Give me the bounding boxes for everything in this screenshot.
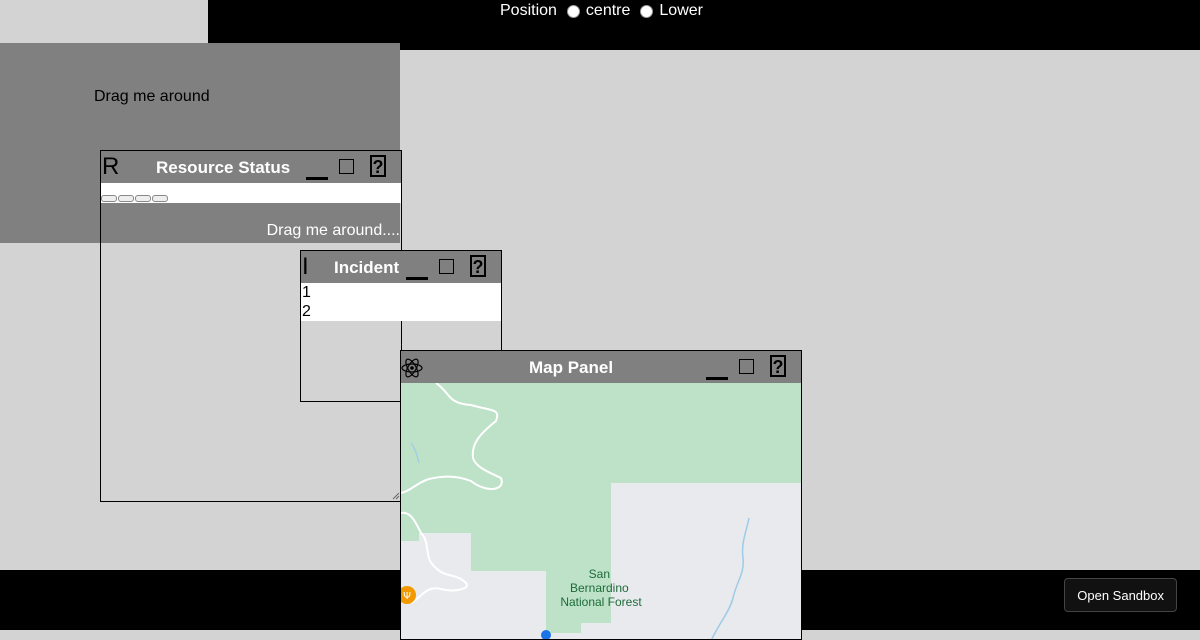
minimize-icon[interactable] — [406, 254, 428, 280]
pill-icon — [135, 195, 151, 202]
pill-icon — [101, 195, 117, 202]
help-icon[interactable]: ? — [770, 355, 786, 377]
drag-label: Drag me around — [94, 88, 210, 105]
map-titlebar[interactable]: Map Panel ? — [401, 351, 801, 383]
incident-title: Incident — [334, 258, 400, 277]
radio-lower[interactable] — [640, 4, 654, 18]
position-selector: Position centre Lower — [500, 0, 703, 22]
position-label: Position — [500, 2, 557, 19]
map-panel-window[interactable]: Map Panel ? Ψ San Bernardino National Fo… — [400, 350, 802, 640]
maximize-icon[interactable] — [339, 159, 354, 174]
resource-title: Resource Status — [156, 158, 291, 177]
resource-pills — [101, 195, 169, 202]
incident-list: 1 2 — [301, 283, 501, 321]
svg-text:Ψ: Ψ — [403, 591, 411, 602]
map-canvas[interactable]: Ψ San Bernardino National Forest — [401, 383, 801, 639]
radio-centre[interactable] — [566, 4, 580, 18]
resource-body — [101, 183, 401, 203]
radio-centre-label: centre — [585, 2, 631, 19]
incident-initial: I — [302, 253, 309, 280]
radio-lower-label: Lower — [659, 2, 703, 19]
resource-initial: R — [102, 153, 120, 180]
pill-icon — [118, 195, 134, 202]
incident-titlebar[interactable]: I Incident ? — [301, 251, 501, 283]
incident-item[interactable]: 1 — [301, 283, 501, 302]
resource-titlebar[interactable]: R Resource Status ? — [101, 151, 401, 183]
help-icon[interactable]: ? — [370, 155, 386, 177]
help-icon[interactable]: ? — [470, 255, 486, 277]
minimize-icon[interactable] — [306, 154, 328, 180]
pill-icon — [152, 195, 168, 202]
map-view[interactable]: Ψ San Bernardino National Forest — [401, 383, 801, 639]
atom-icon — [401, 358, 423, 378]
minimize-icon[interactable] — [706, 354, 728, 380]
maximize-icon[interactable] — [439, 259, 454, 274]
map-title: Map Panel — [529, 358, 614, 377]
resize-handle-icon[interactable] — [392, 492, 400, 500]
open-sandbox-button[interactable]: Open Sandbox — [1064, 578, 1177, 612]
incident-item[interactable]: 2 — [301, 302, 501, 321]
maximize-icon[interactable] — [739, 359, 754, 374]
